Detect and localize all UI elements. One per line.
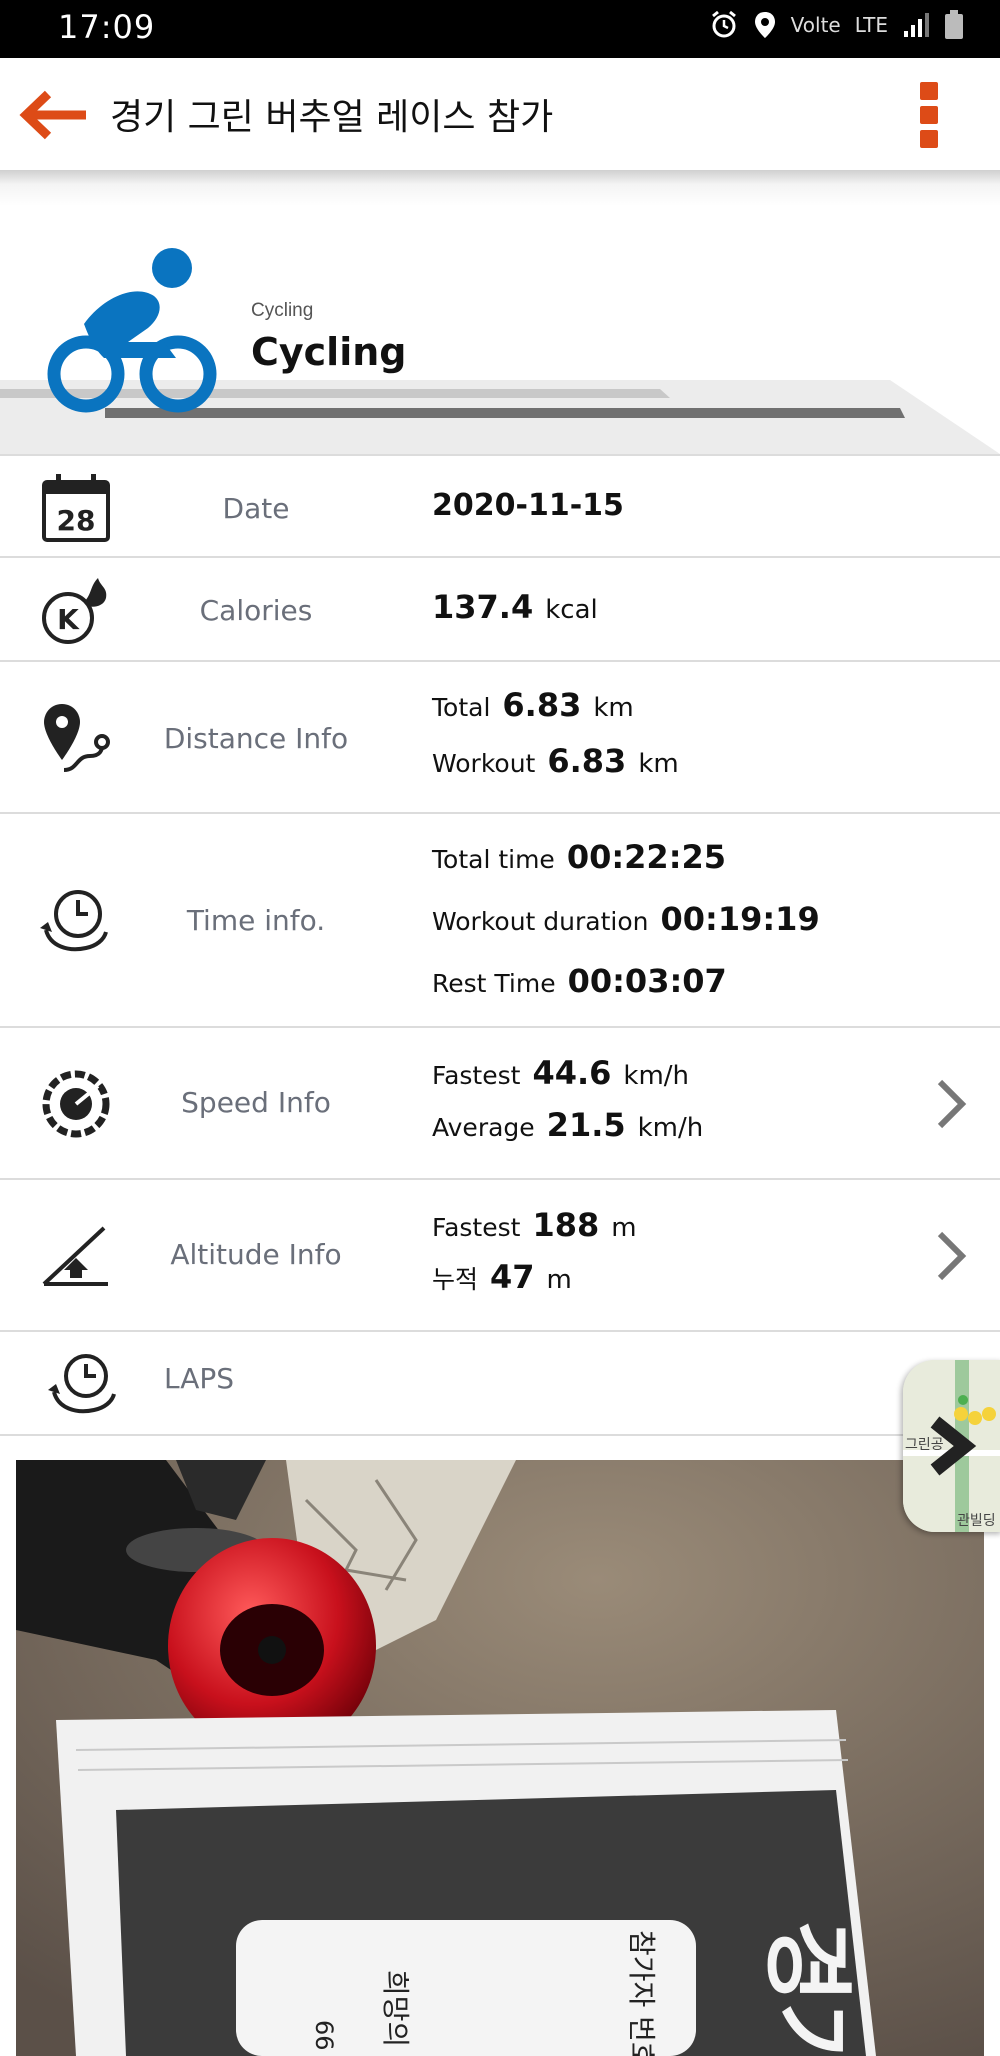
- activity-type: Cycling: [251, 330, 407, 374]
- menu-dot-icon: [920, 82, 938, 100]
- cyclist-icon: [47, 248, 217, 413]
- svg-text:참가자 번호: 참가자 번호: [625, 1930, 658, 2056]
- speed-average-value: 21.5: [546, 1106, 626, 1144]
- menu-dot-icon: [920, 106, 938, 124]
- calories-row: K Calories 137.4 kcal: [0, 558, 1000, 662]
- app-bar-shadow: [0, 170, 1000, 206]
- photo-content: 경기 참가자 번호 희망의 메 66: [16, 1460, 984, 2056]
- date-row: 28 Date 2020-11-15: [0, 454, 1000, 558]
- speed-label: Speed Info: [181, 1086, 331, 1119]
- distance-workout-key: Workout: [432, 749, 536, 778]
- map-pin-route-icon: [44, 704, 110, 772]
- calories-unit: kcal: [545, 595, 598, 625]
- menu-dot-icon: [920, 130, 938, 148]
- signal-icon: [902, 11, 930, 39]
- altitude-fastest-key: Fastest: [432, 1213, 521, 1242]
- svg-text:경기: 경기: [754, 1920, 859, 2056]
- speed-row[interactable]: Speed Info Fastest 44.6 km/h Average 21.…: [0, 1028, 1000, 1180]
- speed-average-key: Average: [432, 1113, 535, 1142]
- laps-label: LAPS: [164, 1362, 235, 1395]
- calorie-flame-icon: K: [42, 578, 107, 644]
- arrow-left-icon: [19, 90, 86, 140]
- rest-time-key: Rest Time: [432, 969, 556, 998]
- chevron-right-icon[interactable]: [932, 1226, 972, 1286]
- svg-text:66: 66: [310, 2020, 338, 2051]
- distance-workout-unit: km: [638, 749, 679, 779]
- status-icons: Volte LTE: [709, 10, 964, 40]
- distance-total-value: 6.83: [502, 686, 582, 724]
- back-button[interactable]: [18, 88, 92, 142]
- date-value: 2020-11-15: [432, 488, 624, 523]
- distance-total-unit: km: [593, 693, 634, 723]
- map-label-top: 그린공: [905, 1437, 944, 1453]
- activity-type-small: Cycling: [251, 300, 314, 321]
- altitude-cumulative-unit: m: [546, 1265, 572, 1295]
- altitude-row[interactable]: Altitude Info Fastest 188 m 누적 47 m: [0, 1180, 1000, 1332]
- speed-average-unit: km/h: [637, 1113, 704, 1143]
- distance-label: Distance Info: [163, 722, 349, 755]
- speed-fastest-unit: km/h: [623, 1061, 690, 1091]
- clock-cycle-icon: [40, 890, 108, 952]
- total-time-key: Total time: [432, 845, 555, 874]
- calories-label: Calories: [199, 594, 313, 627]
- altitude-label: Altitude Info: [170, 1238, 342, 1271]
- calendar-day: 28: [57, 504, 96, 537]
- overflow-menu-button[interactable]: [920, 82, 944, 148]
- speed-fastest-value: 44.6: [532, 1054, 612, 1092]
- map-label-bottom: 관빌딩: [957, 1513, 996, 1529]
- status-bar: 17:09 Volte LTE: [0, 0, 1000, 58]
- alarm-icon: [709, 10, 739, 40]
- svg-text:K: K: [57, 603, 80, 636]
- calendar-icon: 28: [42, 474, 110, 542]
- speed-fastest-key: Fastest: [432, 1061, 521, 1090]
- distance-workout-value: 6.83: [547, 742, 627, 780]
- time-row: Time info. Total time 00:22:25 Workout d…: [0, 814, 1000, 1028]
- altitude-fastest-unit: m: [611, 1213, 637, 1243]
- total-time-value: 00:22:25: [566, 838, 727, 876]
- app-bar: 경기 그린 버추얼 레이스 참가: [0, 58, 1000, 170]
- workout-duration-value: 00:19:19: [660, 900, 820, 938]
- network-type: LTE: [854, 13, 888, 37]
- altitude-cumulative-key: 누적: [432, 1265, 479, 1294]
- route-map-thumbnail[interactable]: 그린공 관빌딩: [903, 1360, 1000, 1532]
- volte-indicator: Volte: [790, 13, 841, 37]
- workout-summary: 28 Date 2020-11-15 K Calories 137.4 kcal …: [0, 454, 1000, 1436]
- distance-row: Distance Info Total 6.83 km Workout 6.83…: [0, 662, 1000, 814]
- laps-clock-icon: [48, 1354, 116, 1414]
- activity-header: Cycling Cycling: [0, 206, 1000, 454]
- battery-icon: [944, 10, 964, 40]
- chevron-right-icon[interactable]: [932, 1074, 972, 1134]
- workout-duration-key: Workout duration: [432, 907, 649, 936]
- svg-text:희망의 메: 희망의 메: [379, 1970, 412, 2056]
- altitude-fastest-value: 188: [532, 1206, 600, 1244]
- location-icon: [753, 10, 777, 40]
- distance-total-key: Total: [432, 693, 491, 722]
- status-time: 17:09: [58, 8, 156, 46]
- speedometer-icon: [42, 1070, 110, 1138]
- calories-value: 137.4: [432, 588, 534, 626]
- altitude-slope-icon: [42, 1226, 108, 1286]
- workout-photo[interactable]: 경기 참가자 번호 희망의 메 66: [16, 1460, 984, 2056]
- laps-row[interactable]: LAPS: [0, 1332, 1000, 1436]
- page-title: 경기 그린 버추얼 레이스 참가: [110, 97, 554, 138]
- date-label: Date: [222, 492, 290, 525]
- altitude-cumulative-value: 47: [490, 1258, 535, 1296]
- time-label: Time info.: [186, 904, 326, 937]
- rest-time-value: 00:03:07: [567, 962, 727, 1000]
